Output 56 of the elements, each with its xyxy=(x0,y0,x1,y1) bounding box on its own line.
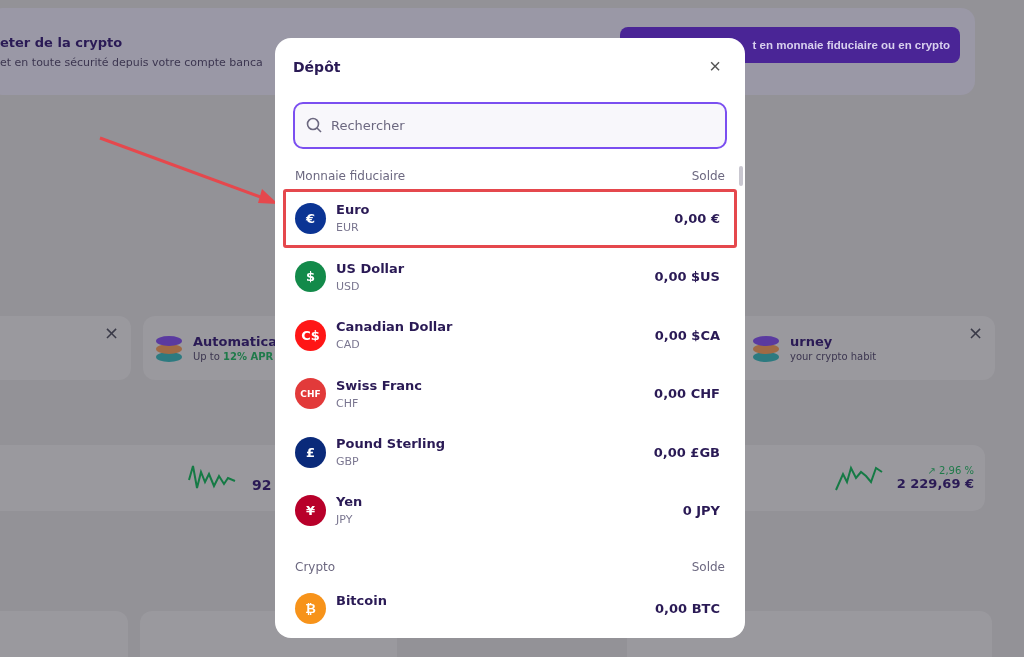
currency-code: CHF xyxy=(336,396,360,410)
currency-row[interactable]: C$ Canadian Dollar CAD 0,00 $CA xyxy=(283,306,737,365)
search-icon xyxy=(306,117,322,134)
currency-row[interactable]: CHF Swiss Franc CHF 0,00 CHF xyxy=(283,364,737,423)
currency-balance: 0,00 $US xyxy=(654,269,720,285)
currency-balance: 0,00 CHF xyxy=(654,386,720,402)
currency-name: Swiss Franc xyxy=(336,377,424,393)
currency-balance: 0 JPY xyxy=(682,502,720,518)
value-text: 2 229,69 € xyxy=(896,476,974,491)
banner-subtitle: et en toute sécurité depuis votre compte banca xyxy=(0,55,263,69)
currency-code: GBP xyxy=(336,455,360,468)
currency-row[interactable]: $ US Dollar USD 0,00 $US xyxy=(283,247,737,306)
currency-icon: ₿ xyxy=(295,593,326,625)
currency-balance: 0,00 £GB xyxy=(653,444,720,460)
currency-icon: € xyxy=(295,202,326,234)
search-field[interactable]: Rechercher xyxy=(293,102,727,150)
close-icon[interactable]: × xyxy=(967,322,983,343)
balance-label: Solde xyxy=(691,169,725,184)
promo-title: Automatica xyxy=(193,334,277,349)
currency-name: Euro xyxy=(336,202,371,218)
change-text: ↗ 2,96 % xyxy=(927,465,974,476)
currency-code: USD xyxy=(336,279,361,293)
currency-balance: 0,00 BTC xyxy=(655,601,720,617)
scrollbar[interactable] xyxy=(739,166,743,186)
currency-icon: CHF xyxy=(295,378,326,410)
balance-label: Solde xyxy=(691,559,725,574)
currency-code: JPY xyxy=(336,513,354,527)
currency-name: Pound Sterling xyxy=(336,436,447,451)
currency-icon: $ xyxy=(295,261,326,293)
currency-balance: 0,00 $CA xyxy=(654,327,720,343)
currency-icon: £ xyxy=(295,436,326,468)
currency-row[interactable]: ¥ Yen JPY 0 JPY xyxy=(283,481,737,540)
currency-code: EUR xyxy=(336,221,360,235)
currency-icon: C$ xyxy=(295,319,326,351)
coin-stack-icon xyxy=(752,333,780,363)
banner-title: eter de la crypto xyxy=(0,34,124,50)
section-title: Crypto xyxy=(295,559,336,574)
coin-stack-icon xyxy=(155,333,183,363)
promo-title: urney xyxy=(790,334,834,349)
section-title: Monnaie fiduciaire xyxy=(295,169,406,184)
price-text: 92 xyxy=(252,477,272,493)
currency-row[interactable]: ₿ Bitcoin 0,00 BTC xyxy=(283,579,737,638)
currency-name: US Dollar xyxy=(336,260,406,276)
close-icon[interactable]: × xyxy=(103,322,119,343)
currency-name: Yen xyxy=(336,494,364,510)
currency-balance: 0,00 € xyxy=(674,210,720,226)
promo-subtitle: your crypto habit xyxy=(790,351,877,362)
sparkline-icon xyxy=(834,464,883,492)
currency-row[interactable]: £ Pound Sterling GBP 0,00 £GB xyxy=(283,422,737,482)
currency-name: Canadian Dollar xyxy=(336,319,454,335)
currency-row[interactable]: € Euro EUR 0,00 € xyxy=(283,189,737,248)
dialog-title: Dépôt xyxy=(293,58,341,75)
promo-subtitle: Up to 12% APR xyxy=(193,351,275,362)
currency-code: CAD xyxy=(336,338,361,352)
currency-name: Bitcoin xyxy=(336,592,388,608)
currency-icon: ¥ xyxy=(295,494,326,526)
